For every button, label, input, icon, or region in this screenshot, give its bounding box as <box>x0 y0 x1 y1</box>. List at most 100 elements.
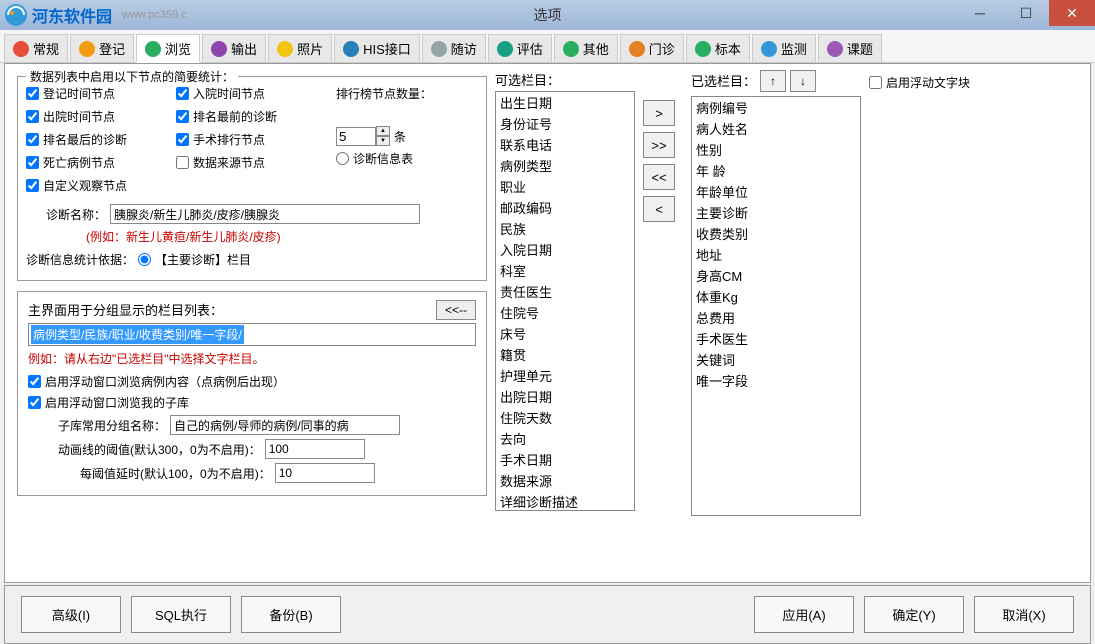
list-item[interactable]: 病例类型 <box>496 155 634 176</box>
tab-监测[interactable]: 监测 <box>752 34 816 62</box>
tab-课题[interactable]: 课题 <box>818 34 882 62</box>
list-item[interactable]: 年龄单位 <box>692 181 860 202</box>
stat-checkbox-排名最前的诊断[interactable]: 排名最前的诊断 <box>176 108 326 125</box>
tab-随访[interactable]: 随访 <box>422 34 486 62</box>
list-item[interactable]: 手术日期 <box>496 449 634 470</box>
checkbox[interactable] <box>26 110 39 123</box>
move-left-button[interactable]: < <box>643 196 675 222</box>
list-item[interactable]: 性别 <box>692 139 860 160</box>
ok-button[interactable]: 确定(Y) <box>864 596 964 633</box>
list-item[interactable]: 身份证号 <box>496 113 634 134</box>
stat-checkbox-死亡病例节点[interactable]: 死亡病例节点 <box>26 154 176 171</box>
delay-input[interactable] <box>275 463 375 483</box>
tab-HIS接口[interactable]: HIS接口 <box>334 34 420 62</box>
list-item[interactable]: 邮政编码 <box>496 197 634 218</box>
list-item[interactable]: 病例编号 <box>692 97 860 118</box>
diag-basis-radio[interactable] <box>138 253 151 266</box>
sql-button[interactable]: SQL执行 <box>131 596 231 633</box>
minimize-button[interactable]: ─ <box>957 0 1003 26</box>
checkbox[interactable] <box>26 87 39 100</box>
anim-input[interactable] <box>265 439 365 459</box>
float-text-checkbox[interactable] <box>869 76 882 89</box>
list-item[interactable]: 体重Kg <box>692 286 860 307</box>
checkbox[interactable] <box>176 87 189 100</box>
tab-常规[interactable]: 常规 <box>4 34 68 62</box>
list-item[interactable]: 去向 <box>496 428 634 449</box>
float-sub-checkbox[interactable] <box>28 396 41 409</box>
tab-照片[interactable]: 照片 <box>268 34 332 62</box>
stat-checkbox-手术排行节点[interactable]: 手术排行节点 <box>176 131 326 148</box>
rank-count-spinner[interactable]: ▲▼ <box>336 126 390 146</box>
sub-name-input[interactable] <box>170 415 400 435</box>
list-item[interactable]: 民族 <box>496 218 634 239</box>
checkbox[interactable] <box>176 133 189 146</box>
list-item[interactable]: 手术医生 <box>692 328 860 349</box>
spin-down-icon[interactable]: ▼ <box>376 136 390 146</box>
list-item[interactable]: 总费用 <box>692 307 860 328</box>
list-item[interactable]: 地址 <box>692 244 860 265</box>
tab-label: 登记 <box>99 39 125 58</box>
list-item[interactable]: 住院号 <box>496 302 634 323</box>
tab-其他[interactable]: 其他 <box>554 34 618 62</box>
stat-checkbox-登记时间节点[interactable]: 登记时间节点 <box>26 85 176 102</box>
checkbox[interactable] <box>26 133 39 146</box>
list-item[interactable]: 唯一字段 <box>692 370 860 391</box>
move-up-button[interactable]: ↑ <box>760 70 786 92</box>
move-right-button[interactable]: > <box>643 100 675 126</box>
list-item[interactable]: 数据来源 <box>496 470 634 491</box>
stat-checkbox-数据来源节点[interactable]: 数据来源节点 <box>176 154 326 171</box>
stat-checkbox-自定义观察节点[interactable]: 自定义观察节点 <box>26 177 176 194</box>
list-item[interactable]: 身高CM <box>692 265 860 286</box>
tab-浏览[interactable]: 浏览 <box>136 34 200 63</box>
diag-name-input[interactable] <box>110 204 420 224</box>
move-all-left-button[interactable]: << <box>643 164 675 190</box>
list-item[interactable]: 年 龄 <box>692 160 860 181</box>
watermark-url: www.pc359.c <box>122 9 187 21</box>
list-item[interactable]: 籍贯 <box>496 344 634 365</box>
list-item[interactable]: 责任医生 <box>496 281 634 302</box>
advanced-button[interactable]: 高级(I) <box>21 596 121 633</box>
checkbox[interactable] <box>26 179 39 192</box>
selected-listbox[interactable]: 病例编号病人姓名性别年 龄年龄单位主要诊断收费类别地址身高CM体重Kg总费用手术… <box>691 96 861 516</box>
tab-标本[interactable]: 标本 <box>686 34 750 62</box>
list-item[interactable]: 床号 <box>496 323 634 344</box>
maximize-button[interactable]: ☐ <box>1003 0 1049 26</box>
stat-checkbox-入院时间节点[interactable]: 入院时间节点 <box>176 85 326 102</box>
close-button[interactable]: ✕ <box>1049 0 1095 26</box>
list-item[interactable]: 出院日期 <box>496 386 634 407</box>
list-item[interactable]: 联系电话 <box>496 134 634 155</box>
tab-门诊[interactable]: 门诊 <box>620 34 684 62</box>
cancel-button[interactable]: 取消(X) <box>974 596 1074 633</box>
grouping-value[interactable]: 病例类型/民族/职业/收费类别/唯一字段/ <box>31 325 244 344</box>
list-item[interactable]: 关键词 <box>692 349 860 370</box>
list-item[interactable]: 住院天数 <box>496 407 634 428</box>
apply-button[interactable]: 应用(A) <box>754 596 854 633</box>
float-case-checkbox[interactable] <box>28 375 41 388</box>
tab-评估[interactable]: 评估 <box>488 34 552 62</box>
tab-输出[interactable]: 输出 <box>202 34 266 62</box>
diag-table-radio[interactable] <box>336 152 349 165</box>
back-arrow-button[interactable]: <<-- <box>436 300 476 320</box>
list-item[interactable]: 详细诊断描述 <box>496 491 634 511</box>
rank-count-input[interactable] <box>336 127 376 146</box>
list-item[interactable]: 病人姓名 <box>692 118 860 139</box>
move-all-right-button[interactable]: >> <box>643 132 675 158</box>
list-item[interactable]: 职业 <box>496 176 634 197</box>
list-item[interactable]: 收费类别 <box>692 223 860 244</box>
stat-checkbox-出院时间节点[interactable]: 出院时间节点 <box>26 108 176 125</box>
checkbox[interactable] <box>26 156 39 169</box>
tab-icon <box>695 41 711 57</box>
checkbox[interactable] <box>176 156 189 169</box>
tab-登记[interactable]: 登记 <box>70 34 134 62</box>
list-item[interactable]: 入院日期 <box>496 239 634 260</box>
available-listbox[interactable]: 出生日期身份证号联系电话病例类型职业邮政编码民族入院日期科室责任医生住院号床号籍… <box>495 91 635 511</box>
list-item[interactable]: 出生日期 <box>496 92 634 113</box>
list-item[interactable]: 主要诊断 <box>692 202 860 223</box>
list-item[interactable]: 科室 <box>496 260 634 281</box>
move-down-button[interactable]: ↓ <box>790 70 816 92</box>
stat-checkbox-排名最后的诊断[interactable]: 排名最后的诊断 <box>26 131 176 148</box>
list-item[interactable]: 护理单元 <box>496 365 634 386</box>
backup-button[interactable]: 备份(B) <box>241 596 341 633</box>
spin-up-icon[interactable]: ▲ <box>376 126 390 136</box>
checkbox[interactable] <box>176 110 189 123</box>
